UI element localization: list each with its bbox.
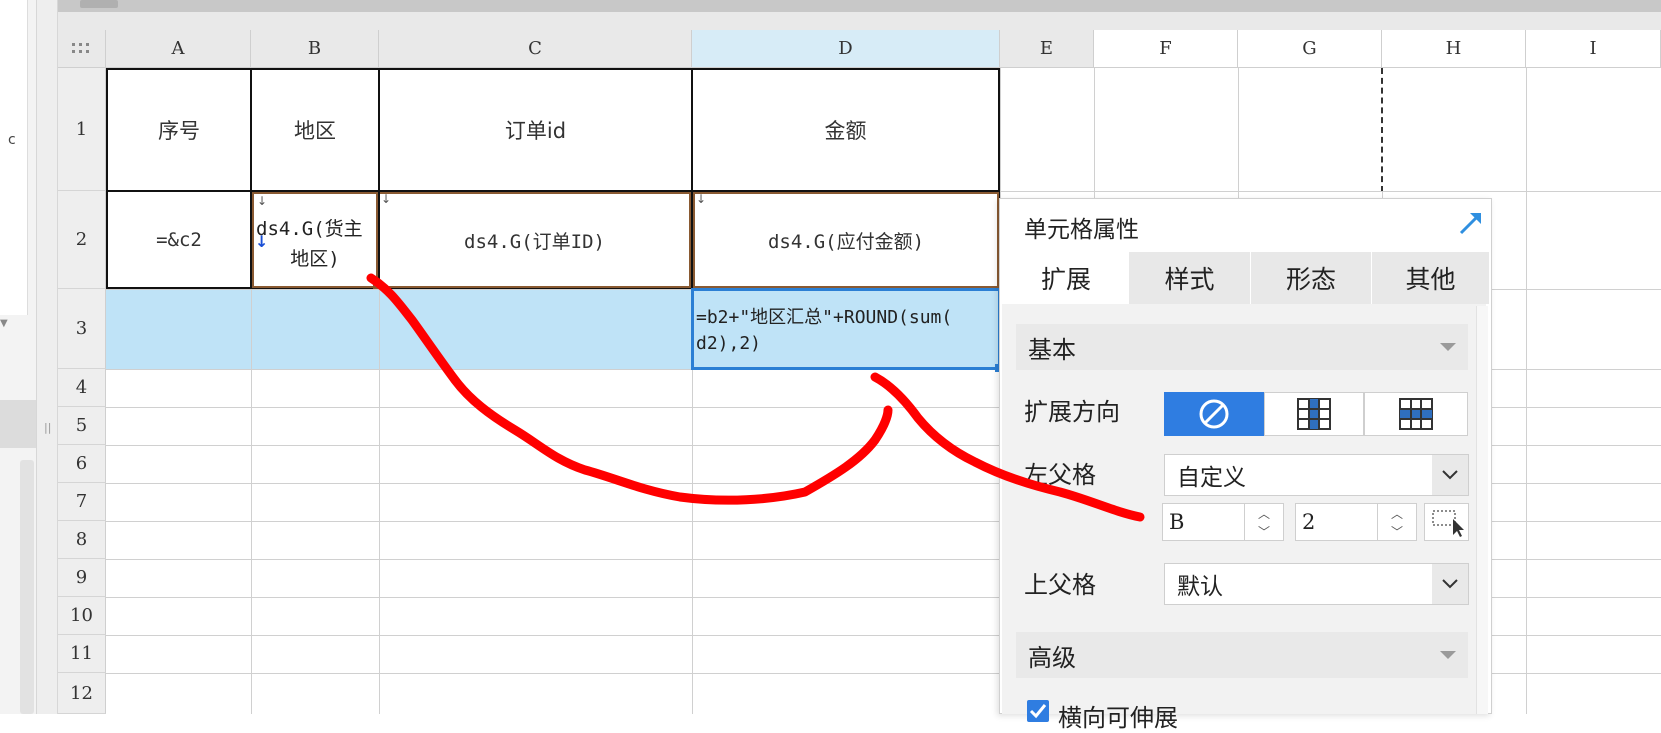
red-annotation-stroke <box>366 273 1145 522</box>
